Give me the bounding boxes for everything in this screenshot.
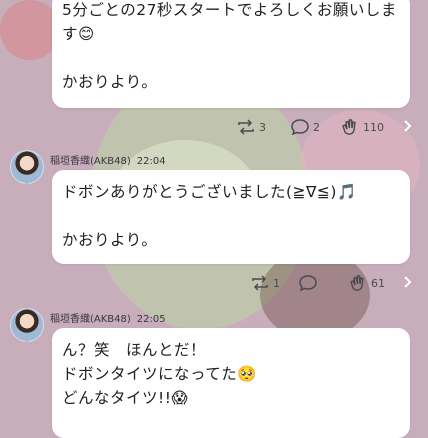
reaction-bar: 3 2 110 xyxy=(0,115,428,139)
retweet-button[interactable]: 1 xyxy=(250,271,280,295)
clap-icon xyxy=(342,119,356,135)
retweet-icon xyxy=(252,275,268,291)
message-line: 5分ごとの27秒スタートでよろしくお願いしま xyxy=(62,1,397,19)
message-line: ん？笑 ほんとだ！ xyxy=(62,341,207,359)
clap-count: 110 xyxy=(363,120,384,134)
reaction-bar: 1 61 xyxy=(0,271,428,295)
sender-name: 稲垣香織(AKB48) 22:05 xyxy=(50,310,166,325)
clap-button[interactable]: 110 xyxy=(340,115,384,139)
clap-icon xyxy=(350,275,364,291)
message-line: ドボンタイツになってた🥺 xyxy=(62,365,258,383)
retweet-count: 3 xyxy=(259,120,266,134)
message-time: 22:05 xyxy=(136,314,166,325)
avatar[interactable] xyxy=(10,150,44,184)
comment-icon xyxy=(299,275,317,292)
clap-button[interactable]: 61 xyxy=(348,271,385,295)
chevron-right-icon[interactable] xyxy=(402,119,412,133)
comment-button[interactable] xyxy=(298,271,321,295)
message-line: かおりより。 xyxy=(62,73,158,91)
message-line: ドボンありがとうございました(≧∇≦)🎵 xyxy=(62,183,357,201)
message-bubble: ドボンありがとうございました(≧∇≦)🎵 かおりより。 xyxy=(52,170,410,264)
message-line: どんなタイツ!!😱 xyxy=(62,389,189,407)
chevron-right-icon[interactable] xyxy=(402,275,412,289)
message-line: す😊 xyxy=(62,25,95,43)
message-bubble: ん？笑 ほんとだ！ ドボンタイツになってた🥺 どんなタイツ!!😱 xyxy=(52,328,410,438)
comment-button[interactable]: 2 xyxy=(290,115,320,139)
sender-name-text: 稲垣香織(AKB48) xyxy=(50,156,131,167)
message-bubble: 5分ごとの27秒スタートでよろしくお願いしま す😊 かおりより。 xyxy=(52,0,410,108)
message-time: 22:04 xyxy=(136,156,166,167)
retweet-count: 1 xyxy=(273,276,280,290)
sender-name: 稲垣香織(AKB48) 22:04 xyxy=(50,152,166,167)
retweet-icon xyxy=(238,119,254,135)
message-line: かおりより。 xyxy=(62,231,158,249)
comment-icon xyxy=(291,119,309,136)
avatar[interactable] xyxy=(10,308,44,342)
clap-count: 61 xyxy=(371,276,385,290)
retweet-button[interactable]: 3 xyxy=(236,115,266,139)
comment-count: 2 xyxy=(313,120,320,134)
sender-name-text: 稲垣香織(AKB48) xyxy=(50,314,131,325)
